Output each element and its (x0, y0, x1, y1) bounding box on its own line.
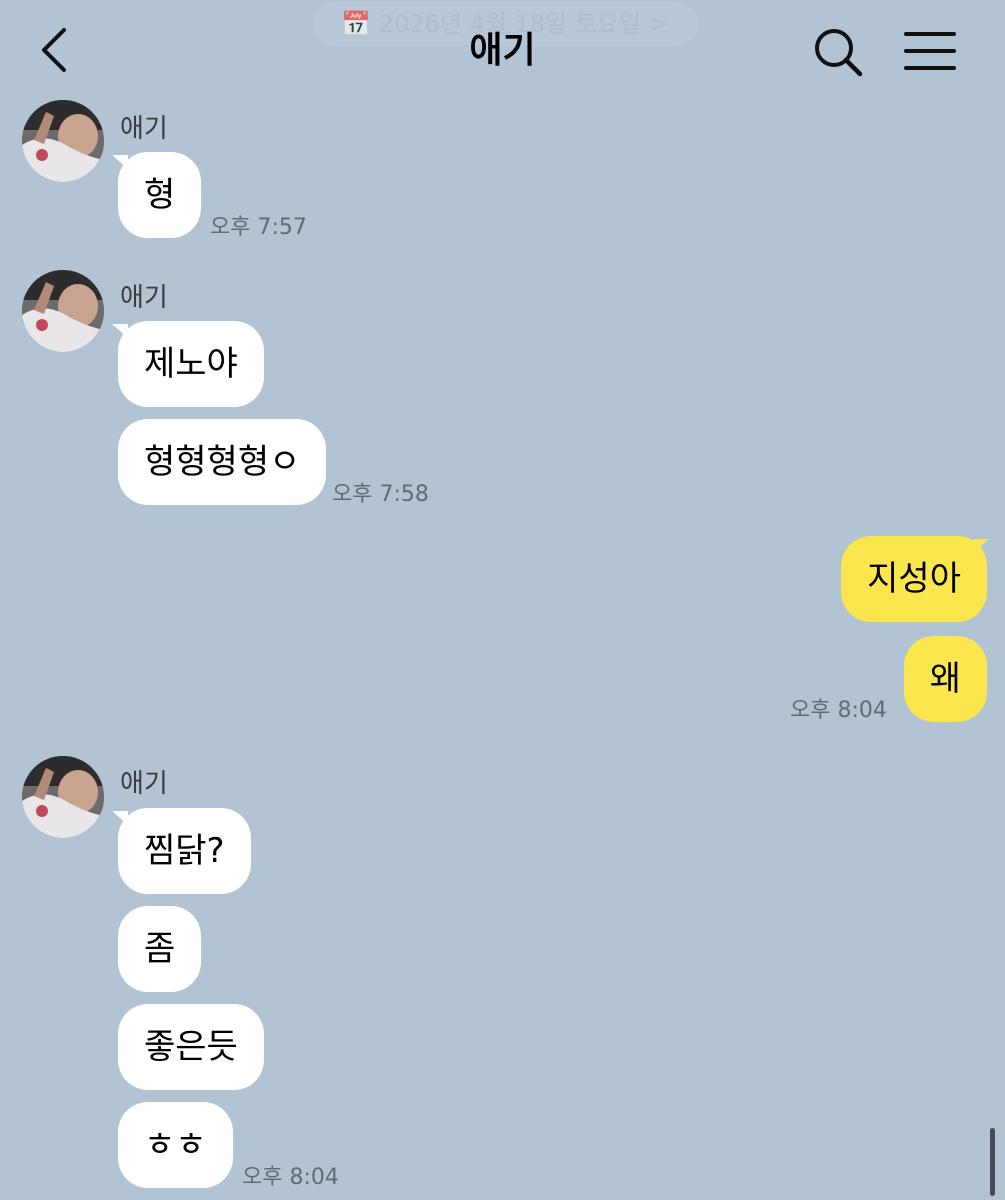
avatar-image (22, 100, 104, 182)
message-timestamp: 오후 8:04 (790, 698, 887, 723)
incoming-message[interactable]: ㅎㅎ (118, 1102, 233, 1188)
back-arrow-icon (42, 28, 66, 72)
sender-avatar[interactable] (22, 756, 104, 838)
incoming-message[interactable]: 제노야 (118, 321, 264, 407)
sender-name: 애기 (120, 769, 168, 799)
incoming-message[interactable]: 형형형형ㅇ (118, 419, 327, 505)
sender-avatar[interactable] (22, 100, 104, 182)
sender-avatar[interactable] (22, 270, 104, 352)
incoming-message[interactable]: 좋은듯 (118, 1004, 264, 1090)
scrollbar[interactable] (990, 1128, 995, 1196)
incoming-message[interactable]: 형 (118, 152, 202, 238)
menu-icon (904, 32, 956, 70)
message-timestamp: 오후 8:04 (242, 1165, 339, 1190)
search-button[interactable] (808, 22, 868, 82)
avatar-image (22, 270, 104, 352)
message-timestamp: 오후 7:57 (210, 215, 307, 240)
menu-button[interactable] (900, 26, 960, 76)
incoming-message[interactable]: 좀 (118, 906, 202, 992)
sender-name: 애기 (120, 283, 168, 313)
date-divider: 📅 2026년 4월 18일 토요일 > (312, 2, 698, 46)
incoming-message[interactable]: 찜닭? (118, 808, 251, 894)
back-button[interactable] (30, 22, 82, 78)
message-timestamp: 오후 7:58 (332, 482, 429, 507)
sender-name: 애기 (120, 114, 168, 144)
chat-header: 📅 2026년 4월 18일 토요일 > 애기 (0, 0, 1005, 100)
search-icon (815, 29, 863, 77)
outgoing-message[interactable]: 왜 (903, 636, 987, 722)
outgoing-message[interactable]: 지성아 (841, 536, 987, 622)
avatar-image (22, 756, 104, 838)
